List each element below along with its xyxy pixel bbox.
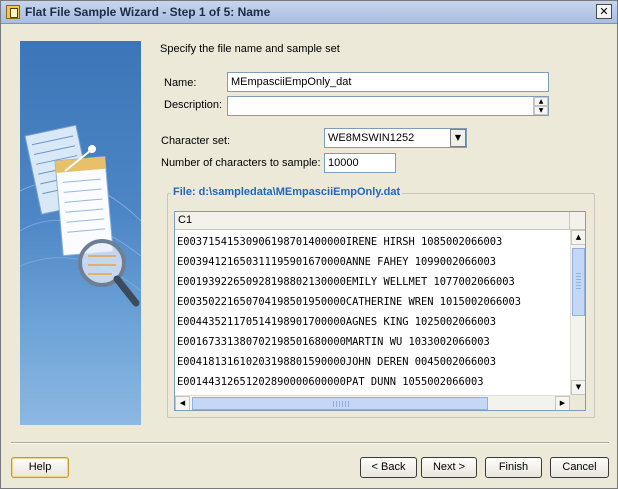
table-row[interactable]: E00144312651202890000600000PAT DUNN 1055… [176,373,570,393]
scroll-right-icon[interactable]: ▶ [555,396,570,410]
vertical-scrollbar[interactable]: ▲ ▼ [570,230,585,395]
horizontal-scroll-thumb[interactable] [192,397,488,410]
wizard-illustration [20,41,141,425]
vertical-scroll-thumb[interactable] [572,248,585,316]
instruction-text: Specify the file name and sample set [160,43,340,55]
title-bar[interactable]: Flat File Sample Wizard - Step 1 of 5: N… [1,1,617,24]
table-row[interactable]: E00350221650704198501950000CATHERINE WRE… [176,293,570,313]
back-button[interactable]: < Back [360,457,417,478]
name-input[interactable]: MEmpasciiEmpOnly_dat [227,72,549,92]
sample-count-label: Number of characters to sample: [161,157,321,169]
table-row[interactable]: E00443521170514198901700000AGNES KING 10… [176,313,570,333]
table-row[interactable]: E00418131610203198801590000JOHN DEREN 00… [176,353,570,373]
spin-up-icon[interactable]: ▲ [534,97,548,106]
charset-label: Character set: [161,135,231,147]
help-button[interactable]: Help [11,457,69,478]
sample-data-grid[interactable]: C1 E00371541530906198701400000IRENE HIRS… [174,211,586,411]
wizard-window: Flat File Sample Wizard - Step 1 of 5: N… [0,0,618,489]
table-row[interactable]: E00394121650311195901670000ANNE FAHEY 10… [176,253,570,273]
file-path-title: File: d:\sampledata\MEmpasciiEmpOnly.dat [171,186,403,198]
scroll-left-icon[interactable]: ◀ [175,396,190,410]
window-title: Flat File Sample Wizard - Step 1 of 5: N… [25,5,271,19]
illustration-graphic [20,124,141,307]
horizontal-scrollbar[interactable]: ◀ ▶ [175,395,570,410]
finish-button[interactable]: Finish [485,457,542,478]
footer-divider [11,442,609,444]
wizard-app-icon [6,5,20,19]
scroll-corner [570,395,585,410]
close-icon: ✕ [599,5,609,18]
header-corner [570,212,585,230]
description-spinner[interactable]: ▲ ▼ [533,97,548,115]
description-input[interactable] [227,96,549,116]
chevron-down-icon[interactable]: ▼ [450,129,466,147]
next-button[interactable]: Next > [421,457,477,478]
table-row[interactable]: E00371541530906198701400000IRENE HIRSH 1… [176,233,570,253]
cancel-button[interactable]: Cancel [550,457,609,478]
close-button[interactable]: ✕ [596,4,612,19]
grid-rows: E00371541530906198701400000IRENE HIRSH 1… [176,233,570,393]
table-row[interactable]: E00167331380702198501680000MARTIN WU 103… [176,333,570,353]
scroll-up-icon[interactable]: ▲ [571,230,585,245]
column-header-c1[interactable]: C1 [175,212,570,230]
spin-down-icon[interactable]: ▼ [534,106,548,115]
charset-select[interactable]: WE8MSWIN1252 [324,128,467,148]
scroll-down-icon[interactable]: ▼ [571,380,585,395]
table-row[interactable]: E00193922650928198802130000EMILY WELLMET… [176,273,570,293]
sample-count-input[interactable]: 10000 [324,153,396,173]
description-label: Description: [164,99,223,111]
name-label: Name: [164,77,197,89]
